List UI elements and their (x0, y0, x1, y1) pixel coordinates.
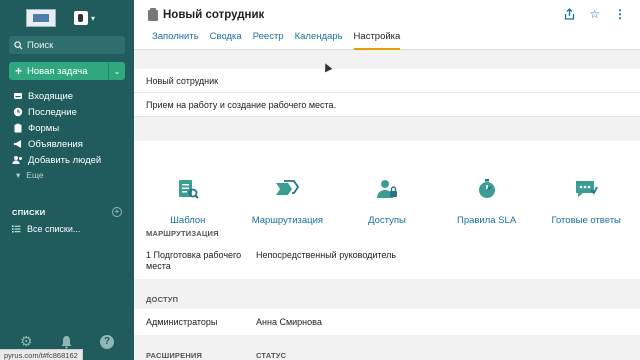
routing-icon (276, 179, 300, 195)
sidebar-more[interactable]: ▾ Еще (12, 168, 134, 182)
all-lists-label: Все списки... (27, 224, 81, 234)
access-row[interactable]: Администраторы Анна Смирнова (134, 309, 640, 335)
sidebar-item-label: Последние (28, 106, 77, 118)
extensions-status-heading: СТАТУС (256, 350, 287, 360)
tab-settings[interactable]: Настройка (353, 31, 401, 50)
add-list-icon[interactable]: + (112, 207, 122, 217)
chevron-down-icon[interactable]: ▾ (91, 14, 95, 23)
profile-menu[interactable]: ▾ (74, 11, 95, 25)
form-name-field[interactable]: Новый сотрудник (134, 69, 640, 93)
routing-heading: МАРШРУТИЗАЦИЯ (146, 228, 219, 238)
chevron-down-icon: ▾ (16, 169, 21, 180)
template-icon (178, 179, 199, 199)
new-task-button[interactable]: + Новая задача (9, 62, 108, 80)
sidebar-item-add-people[interactable]: Добавить людей (12, 152, 134, 168)
routing-section-heading: МАРШРУТИЗАЦИЯ (134, 223, 640, 243)
header-actions: ☆ ⋮ (564, 8, 626, 20)
chevron-down-icon: ⌄ (113, 66, 121, 76)
tab-bar: Заполнить Сводка Реестр Календарь Настро… (152, 31, 401, 50)
sidebar-item-label: Входящие (28, 90, 74, 102)
page-title: Новый сотрудник (163, 9, 265, 21)
list-icon (12, 225, 21, 233)
tab-summary[interactable]: Сводка (210, 31, 242, 50)
form-description-field[interactable]: Прием на работу и создание рабочего мест… (134, 93, 640, 117)
sidebar-nav: Входящие Последние Формы Объявления Доба… (0, 88, 134, 182)
sidebar-item-announcements[interactable]: Объявления (12, 136, 134, 152)
search-input[interactable]: Поиск (9, 36, 125, 54)
org-logo[interactable] (26, 9, 56, 27)
sla-timer-icon (478, 178, 495, 198)
extensions-heading: РАСШИРЕНИЯ (146, 350, 203, 360)
sidebar-item-inbox[interactable]: Входящие (12, 88, 134, 104)
search-icon (14, 40, 23, 50)
access-icon (376, 179, 397, 198)
access-heading: ДОСТУП (146, 294, 179, 304)
status-url: pyrus.com/t#fc868162 (0, 349, 83, 360)
new-task-group: + Новая задача ⌄ (9, 62, 125, 80)
routing-step: 1 Подготовка рабочего места (146, 250, 242, 271)
sidebar-top: ▾ (0, 0, 134, 36)
access-section-heading: ДОСТУП (134, 289, 640, 309)
form-description-value: Прием на работу и создание рабочего мест… (146, 99, 337, 110)
form-name-value: Новый сотрудник (146, 75, 219, 86)
share-icon[interactable] (564, 8, 575, 20)
tab-fill[interactable]: Заполнить (152, 31, 199, 50)
star-icon[interactable]: ☆ (589, 8, 600, 20)
access-role: Администраторы (146, 317, 218, 327)
sidebar-more-label: Еще (26, 170, 44, 180)
page-title-row: Новый сотрудник (148, 7, 265, 21)
new-task-dropdown[interactable]: ⌄ (108, 62, 125, 80)
clock-icon (12, 107, 23, 118)
avatar[interactable] (74, 11, 88, 25)
gear-icon[interactable]: ⚙ (20, 333, 33, 350)
tab-calendar[interactable]: Календарь (295, 31, 343, 50)
sidebar-item-recent[interactable]: Последние (12, 104, 134, 120)
sidebar-item-label: Добавить людей (28, 154, 102, 166)
new-task-label: Новая задача (27, 65, 88, 77)
plus-icon: + (15, 64, 23, 78)
sidebar-bottom: ⚙ ? (20, 333, 114, 350)
settings-content: Новый сотрудник Прием на работу и создан… (134, 51, 640, 360)
tab-registry[interactable]: Реестр (253, 31, 284, 50)
inbox-icon (12, 91, 23, 102)
routing-row[interactable]: 1 Подготовка рабочего места Непосредстве… (134, 243, 640, 279)
all-lists-link[interactable]: Все списки... (12, 224, 80, 234)
sidebar-item-forms[interactable]: Формы (12, 120, 134, 136)
megaphone-icon (12, 139, 23, 150)
sidebar-item-label: Формы (28, 122, 60, 134)
search-label: Поиск (27, 39, 54, 51)
access-person: Анна Смирнова (256, 317, 322, 327)
ready-replies-icon (576, 180, 598, 197)
routing-assignee: Непосредственный руководитель (256, 250, 397, 260)
form-template-icon (148, 7, 158, 21)
bell-icon[interactable] (60, 335, 73, 349)
more-vertical-icon[interactable]: ⋮ (614, 8, 626, 20)
lists-heading-label: СПИСКИ (12, 207, 46, 217)
sidebar-item-label: Объявления (28, 138, 83, 150)
sidebar: ▾ Поиск + Новая задача ⌄ Входящие Послед… (0, 0, 134, 360)
page-header: Новый сотрудник ☆ ⋮ Заполнить Сводка Рее… (134, 0, 640, 50)
clipboard-icon (12, 123, 23, 134)
lists-heading: СПИСКИ + (12, 207, 122, 217)
add-people-icon (12, 155, 23, 166)
help-icon[interactable]: ? (100, 334, 114, 349)
extensions-section-heading: РАСШИРЕНИЯ СТАТУС (134, 345, 640, 360)
